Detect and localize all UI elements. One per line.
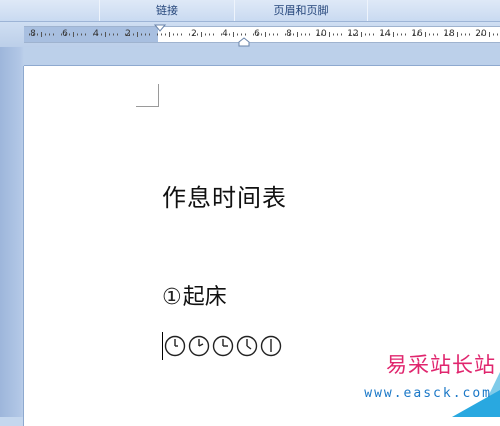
schedule-item-text: 起床 bbox=[182, 285, 227, 310]
watermark-site-name: 易采站长站 bbox=[386, 353, 496, 377]
ruler-bar: 8 6 4 2 2 4 6 8 10 12 14 16 18 20 bbox=[0, 22, 500, 47]
clock-icon bbox=[260, 335, 282, 357]
ruler-number: 6 bbox=[254, 29, 260, 39]
ribbon-group-extra[interactable] bbox=[367, 0, 500, 21]
text-cursor bbox=[162, 332, 163, 360]
first-line-indent-marker[interactable] bbox=[154, 24, 166, 32]
ruler-number: 2 bbox=[125, 29, 131, 39]
watermark-site-url: www.easck.com bbox=[364, 386, 492, 401]
clock-icon bbox=[164, 335, 186, 357]
ribbon-group-header-footer[interactable]: 页眉和页脚 bbox=[234, 0, 368, 21]
ruler-number: 6 bbox=[62, 29, 68, 39]
ruler-number: 10 bbox=[315, 29, 327, 39]
ruler-number: 2 bbox=[191, 29, 197, 39]
site-watermark: 易采站长站 www.easck.com bbox=[364, 342, 500, 417]
ruler-number: 14 bbox=[379, 29, 391, 39]
ribbon-group-header-footer-label: 页眉和页脚 bbox=[273, 4, 329, 17]
clock-symbols-line[interactable] bbox=[162, 331, 284, 361]
document-title[interactable]: 作息时间表 bbox=[162, 181, 287, 215]
margin-crop-mark bbox=[136, 84, 159, 107]
schedule-item[interactable]: ① 起床 bbox=[162, 281, 227, 315]
ruler-number: 8 bbox=[30, 29, 36, 39]
enclosed-number: ① bbox=[162, 285, 182, 310]
ribbon-group-labels: 链接 页眉和页脚 bbox=[0, 0, 500, 22]
ribbon-group-links-label: 链接 bbox=[156, 4, 178, 17]
ruler-number: 4 bbox=[222, 29, 228, 39]
ruler-number: 4 bbox=[93, 29, 99, 39]
clock-icon bbox=[236, 335, 258, 357]
ruler-number: 16 bbox=[411, 29, 423, 39]
hanging-indent-marker[interactable] bbox=[238, 37, 250, 47]
ruler-number: 8 bbox=[286, 29, 292, 39]
clock-icon bbox=[212, 335, 234, 357]
ruler-number: 20 bbox=[475, 29, 487, 39]
horizontal-ruler[interactable]: 8 6 4 2 2 4 6 8 10 12 14 16 18 20 bbox=[24, 26, 500, 43]
clock-icon bbox=[188, 335, 210, 357]
ruler-number: 18 bbox=[443, 29, 455, 39]
ribbon-group-links[interactable]: 链接 bbox=[99, 0, 235, 21]
ruler-number: 12 bbox=[347, 29, 359, 39]
